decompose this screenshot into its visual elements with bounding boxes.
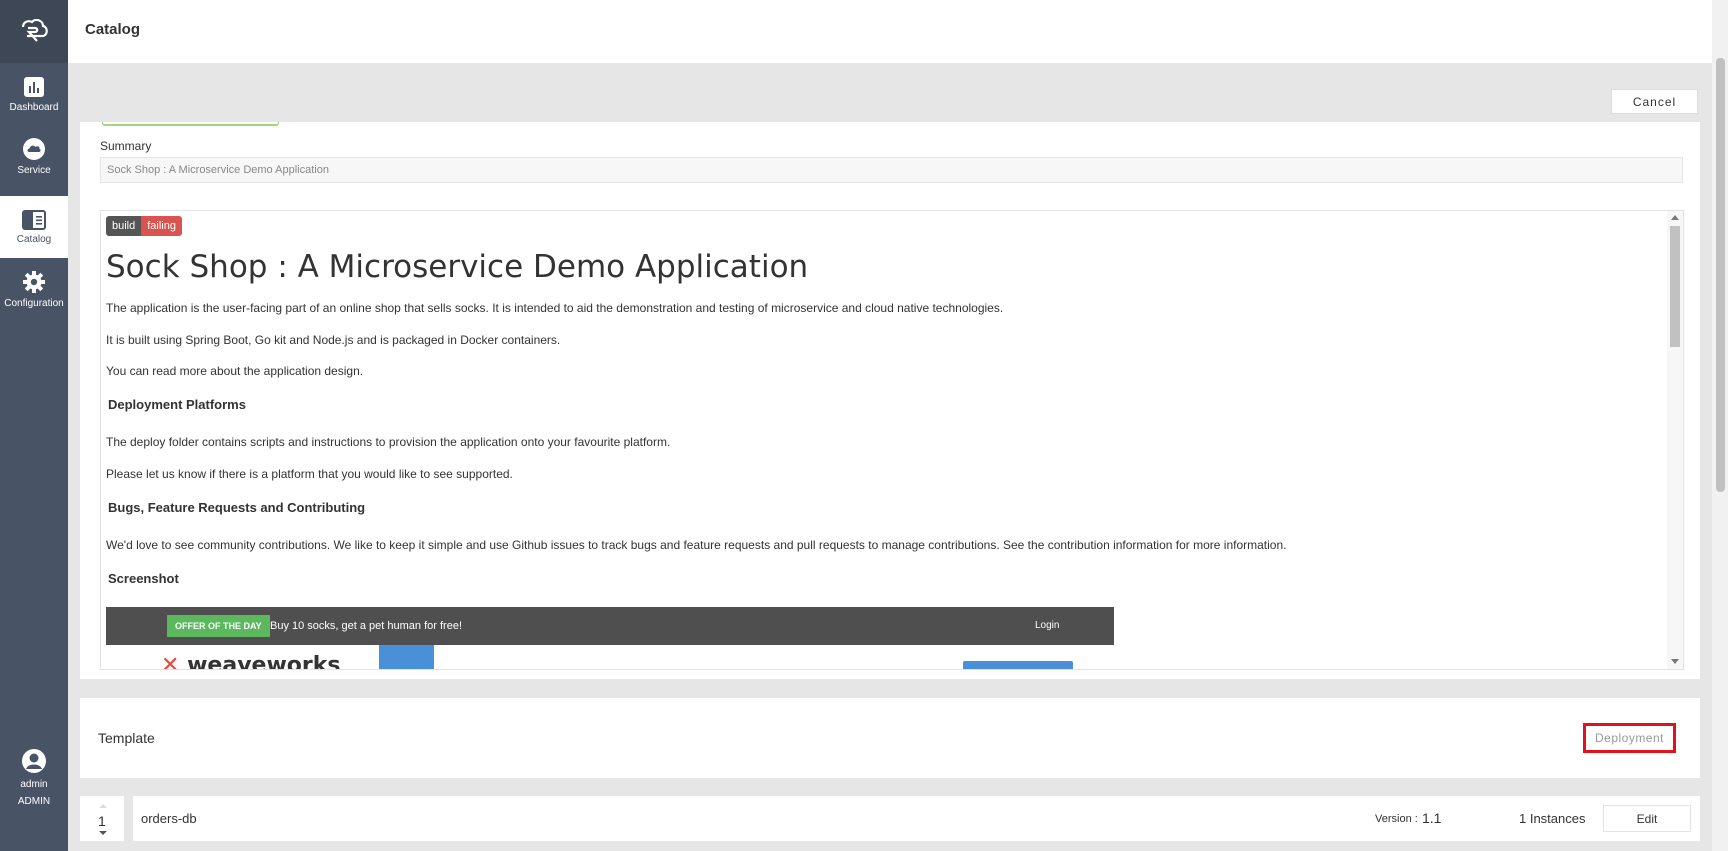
avatar-icon — [22, 749, 46, 773]
order-value: 1 — [98, 813, 106, 829]
user-menu[interactable]: admin ADMIN — [0, 748, 68, 807]
screenshot-button — [963, 661, 1073, 669]
scroll-down-icon[interactable] — [1671, 659, 1679, 664]
page-scrollbar-thumb[interactable] — [1716, 58, 1725, 492]
edit-button[interactable]: Edit — [1603, 805, 1691, 832]
screenshot-nav-block — [379, 645, 434, 669]
version-label: Version : — [1375, 813, 1418, 825]
user-name: admin — [20, 779, 48, 790]
cancel-button[interactable]: Cancel — [1611, 89, 1698, 114]
top-header: Catalog — [68, 0, 1712, 63]
weaveworks-logo: ✕ weaveworks — [161, 653, 341, 669]
readme-paragraph: You can read more about the application … — [106, 364, 364, 378]
readme-heading-bugs: Bugs, Feature Requests and Contributing — [108, 500, 366, 515]
readme-heading-deployment: Deployment Platforms — [108, 397, 246, 412]
screenshot-login: Login — [1035, 620, 1060, 631]
sidebar-item-label: Configuration — [4, 297, 64, 309]
scroll-up-icon[interactable] — [1671, 215, 1679, 220]
readme-paragraph: We'd love to see community contributions… — [106, 538, 1287, 552]
version-value: 1.1 — [1422, 810, 1442, 826]
order-stepper[interactable]: 1 — [80, 796, 124, 841]
page-title: Catalog — [85, 21, 141, 38]
gear-icon — [23, 270, 45, 293]
readme-scrollbar[interactable] — [1667, 211, 1683, 669]
chart-icon — [24, 76, 44, 97]
build-status-badge[interactable]: build failing — [106, 216, 182, 236]
service-name: orders-db — [141, 811, 197, 826]
readme-screenshot-image: OFFER OF THE DAY Buy 10 socks, get a pet… — [106, 607, 1114, 669]
catalog-icon — [22, 209, 46, 230]
sidebar-item-dashboard[interactable]: Dashboard — [0, 63, 68, 125]
badge-right: failing — [141, 216, 182, 236]
cloud-icon — [23, 137, 45, 160]
page-scrollbar[interactable] — [1712, 0, 1728, 851]
sidebar-item-catalog[interactable]: Catalog — [0, 196, 68, 258]
list-item: orders-db Version : 1.1 1 Instances Edit — [133, 796, 1700, 841]
readme-title: Sock Shop : A Microservice Demo Applicat… — [106, 249, 809, 285]
instances-count: 1 Instances — [1519, 811, 1586, 826]
sidebar-item-label: Dashboard — [9, 101, 59, 113]
readme-paragraph: The deploy folder contains scripts and i… — [106, 435, 671, 449]
sidebar-item-service[interactable]: Service — [0, 125, 68, 187]
deployment-button[interactable]: Deployment — [1583, 723, 1676, 753]
sidebar: Dashboard Service Catalog Configuration … — [0, 0, 68, 851]
template-label: Template — [98, 730, 155, 746]
offer-badge: OFFER OF THE DAY — [167, 615, 270, 637]
offer-text: Buy 10 socks, get a pet human for free! — [270, 620, 462, 632]
sidebar-item-label: Catalog — [16, 233, 52, 245]
readme-paragraph: Please let us know if there is a platfor… — [106, 467, 513, 481]
template-bar: Template Deployment — [80, 698, 1700, 778]
chevron-down-icon[interactable] — [99, 831, 107, 835]
chevron-up-icon[interactable] — [99, 804, 107, 808]
sidebar-item-label: Service — [17, 164, 51, 176]
readme-paragraph: It is built using Spring Boot, Go kit an… — [106, 333, 561, 347]
logo-icon — [21, 18, 48, 42]
user-role: ADMIN — [17, 796, 51, 807]
readme-content: build failing Sock Shop : A Microservice… — [101, 211, 1667, 669]
readme-heading-screenshot: Screenshot — [108, 571, 179, 586]
sidebar-item-configuration[interactable]: Configuration — [0, 258, 68, 320]
app-logo[interactable] — [0, 0, 68, 63]
summary-field[interactable]: Sock Shop : A Microservice Demo Applicat… — [100, 157, 1683, 183]
readme-scrollbar-thumb[interactable] — [1670, 226, 1680, 347]
summary-label: Summary — [100, 139, 152, 153]
badge-left: build — [106, 216, 142, 236]
readme-viewer: build failing Sock Shop : A Microservice… — [100, 210, 1684, 670]
tab-indicator — [102, 122, 279, 126]
readme-paragraph: The application is the user-facing part … — [106, 301, 1004, 315]
